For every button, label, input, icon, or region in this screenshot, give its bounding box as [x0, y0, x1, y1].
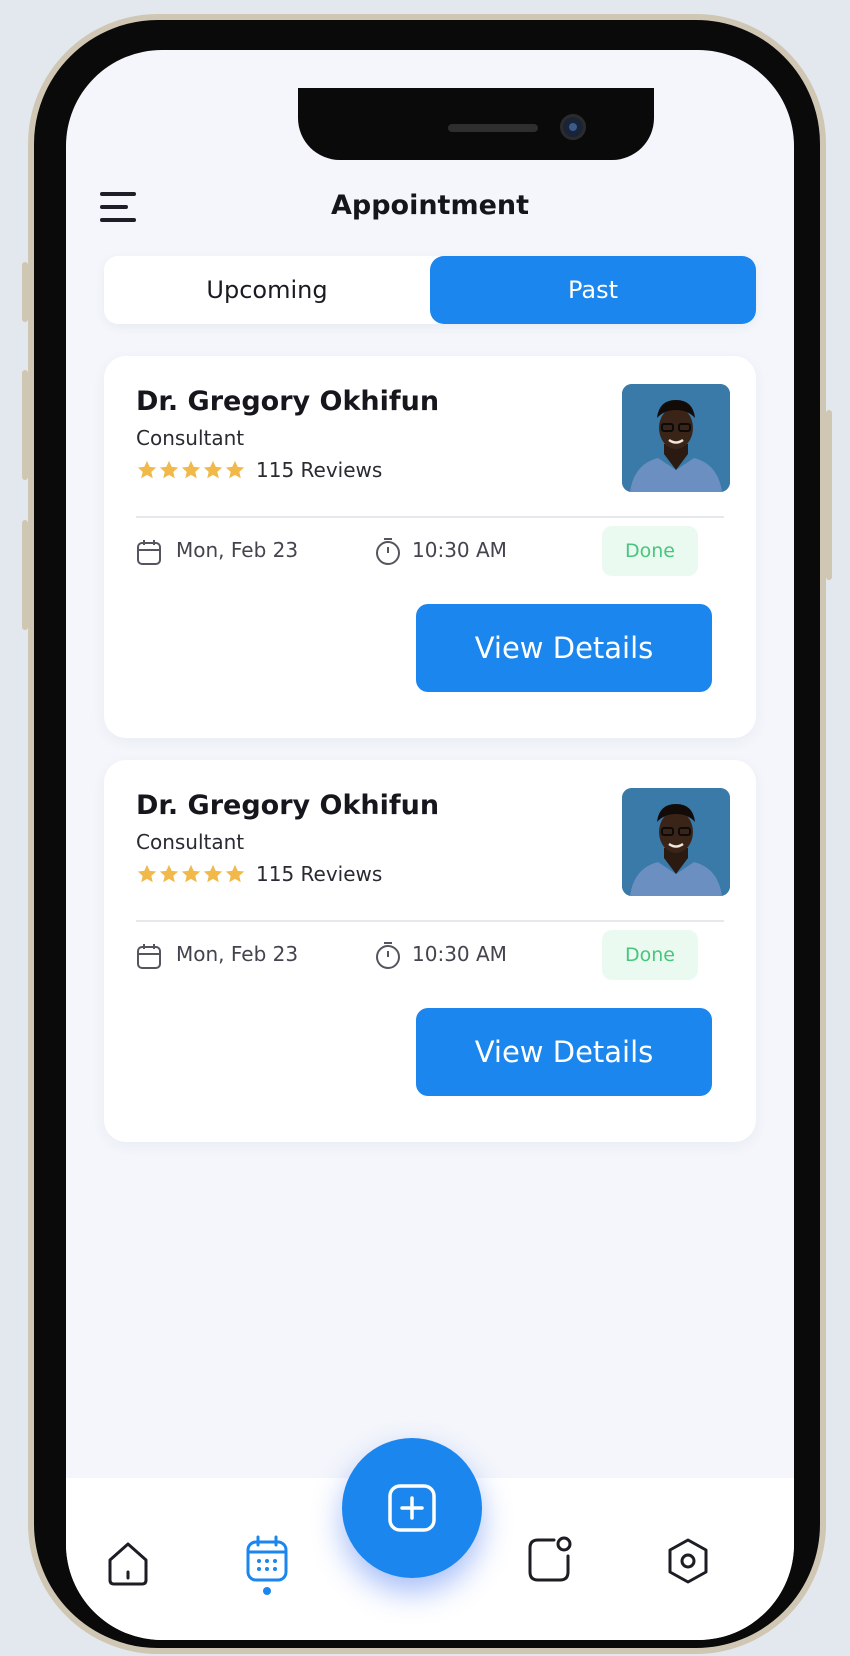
appointment-card: Dr. Gregory Okhifun Consultant 115 Revie…	[104, 356, 756, 738]
page-title: Appointment	[330, 190, 530, 221]
appointment-date: Mon, Feb 23	[176, 942, 299, 966]
star-icon	[159, 460, 179, 479]
rating-stars	[136, 863, 246, 887]
timer-icon	[376, 942, 400, 969]
calendar-icon	[137, 540, 161, 565]
side-button	[22, 520, 28, 630]
view-details-button[interactable]: View Details	[416, 604, 712, 692]
star-icon	[203, 460, 223, 479]
doctor-avatar	[622, 788, 730, 896]
camera	[560, 114, 586, 140]
rating-stars	[136, 459, 246, 483]
timer-icon	[376, 538, 400, 565]
active-indicator	[263, 1587, 271, 1595]
notch	[298, 88, 654, 160]
star-icon	[181, 864, 201, 883]
appointment-time: 10:30 AM	[412, 538, 507, 562]
appointment-card: Dr. Gregory Okhifun Consultant 115 Revie…	[104, 760, 756, 1142]
tab-past[interactable]: Past	[430, 256, 756, 324]
calendar-icon[interactable]	[244, 1534, 290, 1584]
settings-icon[interactable]	[664, 1536, 712, 1586]
side-button	[826, 410, 832, 580]
status-badge: Done	[602, 930, 698, 980]
add-appointment-button[interactable]	[342, 1438, 482, 1578]
star-icon	[181, 460, 201, 479]
star-icon	[137, 460, 157, 479]
star-icon	[159, 864, 179, 883]
star-icon	[225, 460, 245, 479]
status-badge: Done	[602, 526, 698, 576]
divider	[136, 516, 724, 518]
add-icon	[388, 1484, 436, 1532]
doctor-name: Dr. Gregory Okhifun	[136, 386, 440, 417]
review-count: 115 Reviews	[256, 458, 383, 482]
star-icon	[203, 864, 223, 883]
view-details-button[interactable]: View Details	[416, 1008, 712, 1096]
tab-bar: Upcoming Past	[104, 256, 756, 324]
doctor-role: Consultant	[136, 830, 245, 854]
home-icon[interactable]	[104, 1538, 152, 1588]
side-button	[22, 370, 28, 480]
tab-upcoming[interactable]: Upcoming	[104, 256, 430, 324]
side-button	[22, 262, 28, 322]
divider	[136, 920, 724, 922]
calendar-icon	[137, 944, 161, 969]
doctor-name: Dr. Gregory Okhifun	[136, 790, 440, 821]
star-icon	[137, 864, 157, 883]
doctor-avatar	[622, 384, 730, 492]
review-count: 115 Reviews	[256, 862, 383, 886]
appointment-date: Mon, Feb 23	[176, 538, 299, 562]
app-screen: Appointment Upcoming Past Dr. Gregory Ok…	[66, 50, 794, 1640]
notification-icon[interactable]	[524, 1534, 576, 1586]
appointment-time: 10:30 AM	[412, 942, 507, 966]
doctor-role: Consultant	[136, 426, 245, 450]
star-icon	[225, 864, 245, 883]
speaker	[448, 124, 538, 132]
